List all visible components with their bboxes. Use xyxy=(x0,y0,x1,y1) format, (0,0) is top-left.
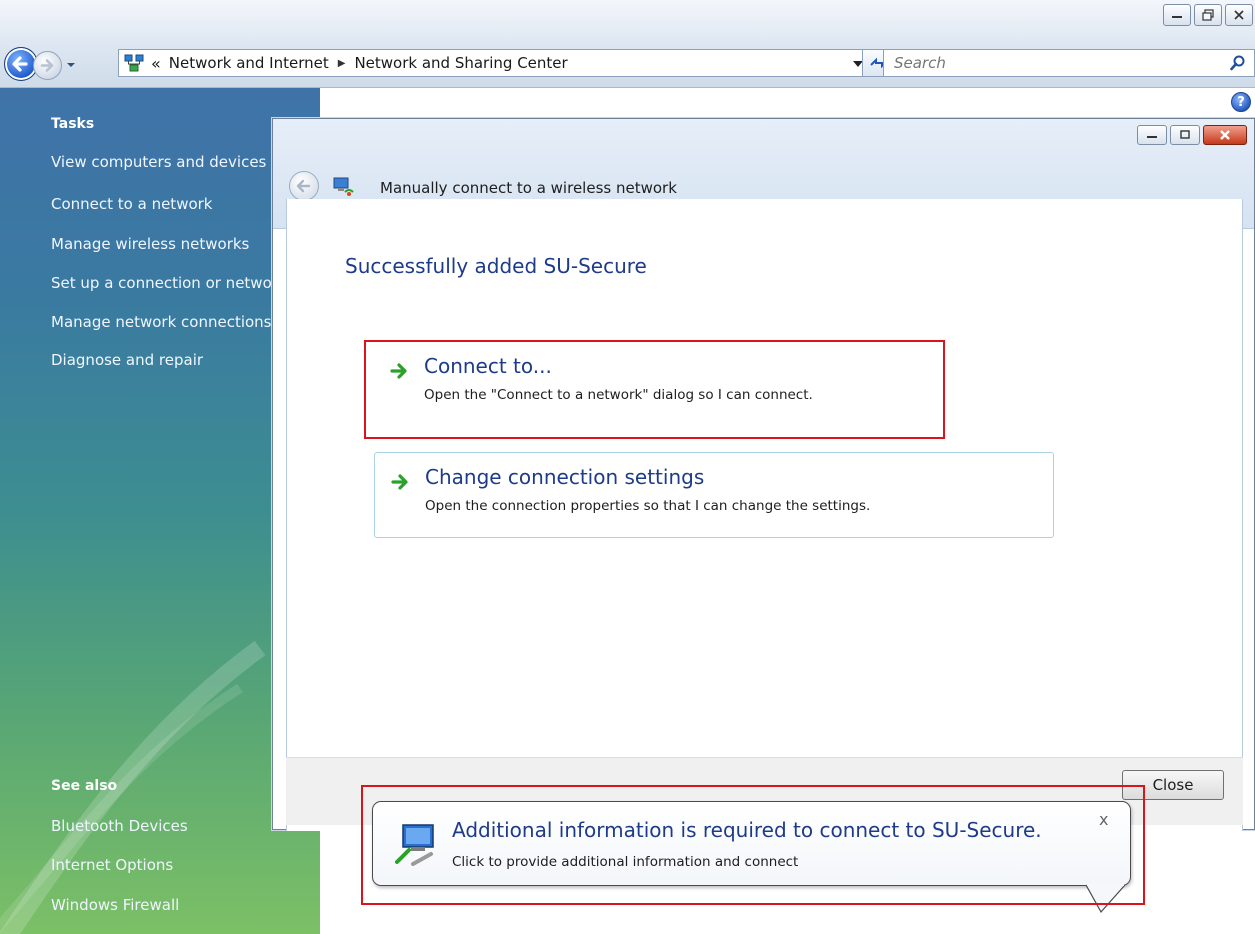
change-settings-description: Open the connection properties so that I… xyxy=(425,498,871,514)
see-also-windows-firewall[interactable]: Windows Firewall xyxy=(51,896,179,914)
see-also-bluetooth[interactable]: Bluetooth Devices xyxy=(51,817,188,835)
dialog-title: Manually connect to a wireless network xyxy=(380,179,677,197)
task-manage-connections[interactable]: Manage network connections xyxy=(51,313,272,331)
window-caption-buttons xyxy=(1160,4,1253,26)
balloon-title: Additional information is required to co… xyxy=(452,818,1042,842)
wireless-network-icon xyxy=(395,824,434,866)
maximize-icon xyxy=(1180,130,1190,139)
forward-arrow-icon xyxy=(40,59,54,72)
close-button[interactable]: Close xyxy=(1122,770,1224,800)
balloon-tail xyxy=(1085,884,1126,914)
task-diagnose-repair[interactable]: Diagnose and repair xyxy=(51,351,203,369)
task-manage-wireless[interactable]: Manage wireless networks xyxy=(51,235,249,253)
back-arrow-icon xyxy=(296,179,311,193)
close-icon xyxy=(1234,10,1244,20)
address-bar[interactable]: « Network and Internet ▶ Network and Sha… xyxy=(118,49,875,77)
search-box[interactable] xyxy=(883,49,1255,77)
connect-to-title: Connect to... xyxy=(424,354,552,378)
connect-to-description: Open the "Connect to a network" dialog s… xyxy=(424,387,813,403)
breadcrumb-separator-icon[interactable]: ▶ xyxy=(338,58,346,69)
connect-to-command-link[interactable]: Connect to... Open the "Connect to a net… xyxy=(374,342,1054,428)
explorer-toolbar: « Network and Internet ▶ Network and Sha… xyxy=(0,0,1255,88)
breadcrumb-item-network-and-internet[interactable]: Network and Internet xyxy=(169,54,329,72)
dialog-maximize-button[interactable] xyxy=(1170,125,1200,145)
magnifier-icon[interactable] xyxy=(1230,55,1246,71)
forward-button[interactable] xyxy=(33,51,62,80)
help-button[interactable]: ? xyxy=(1231,92,1251,112)
task-set-up-connection[interactable]: Set up a connection or network xyxy=(51,274,287,292)
restore-button[interactable] xyxy=(1194,4,1222,26)
balloon-text: Click to provide additional information … xyxy=(452,854,799,870)
wireless-wizard-dialog: Manually connect to a wireless network S… xyxy=(272,118,1255,831)
breadcrumb-item-network-and-sharing-center[interactable]: Network and Sharing Center xyxy=(354,54,567,72)
search-input[interactable] xyxy=(884,50,1204,76)
task-connect-to-network[interactable]: Connect to a network xyxy=(51,195,213,213)
green-arrow-icon xyxy=(391,474,408,490)
minimize-icon xyxy=(1147,136,1157,138)
success-heading: Successfully added SU-Secure xyxy=(345,254,647,278)
minimize-icon xyxy=(1172,16,1182,18)
minimize-button[interactable] xyxy=(1163,4,1191,26)
restore-icon xyxy=(1202,9,1214,21)
dialog-back-button[interactable] xyxy=(289,171,319,201)
change-connection-settings-command-link[interactable]: Change connection settings Open the conn… xyxy=(374,452,1054,538)
green-arrow-icon xyxy=(390,363,407,379)
dialog-minimize-button[interactable] xyxy=(1137,125,1167,145)
tasks-heading: Tasks xyxy=(51,116,95,132)
breadcrumb-overflow[interactable]: « xyxy=(151,54,161,73)
dialog-close-button[interactable] xyxy=(1203,125,1247,145)
notification-balloon[interactable]: Additional information is required to co… xyxy=(372,801,1131,886)
task-view-computers[interactable]: View computers and devices xyxy=(51,153,266,171)
recent-pages-dropdown-icon[interactable] xyxy=(65,58,77,72)
close-icon xyxy=(1220,130,1230,140)
see-also-heading: See also xyxy=(51,778,118,794)
see-also-internet-options[interactable]: Internet Options xyxy=(51,856,173,874)
change-settings-title: Change connection settings xyxy=(425,465,705,489)
dialog-caption-buttons xyxy=(1134,125,1247,145)
network-icon xyxy=(124,54,144,72)
wireless-wizard-icon xyxy=(333,177,354,196)
balloon-close-button[interactable]: x xyxy=(1099,810,1108,829)
close-window-button[interactable] xyxy=(1225,4,1253,26)
